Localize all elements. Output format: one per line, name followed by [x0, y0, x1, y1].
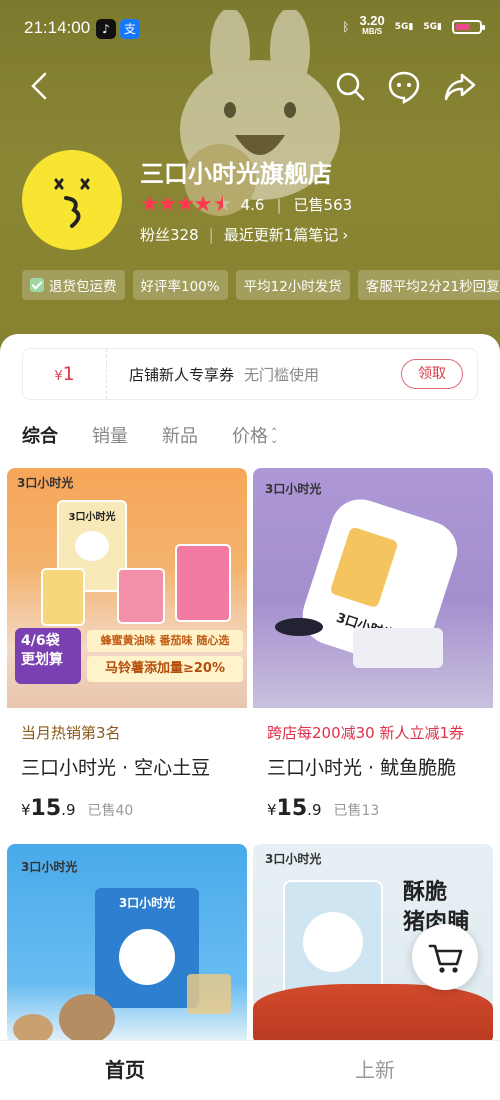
product-image-2: 3口小时光 3口小时光	[253, 468, 493, 708]
product-price-2: ¥15.9 已售13	[267, 796, 380, 821]
product-price-1: ¥15.9 已售40	[21, 796, 134, 821]
sort-arrows-icon: ⌃ ⌄	[270, 427, 279, 446]
sold-count: 已售563	[293, 196, 353, 214]
product-bag-left	[41, 568, 85, 626]
signal-icon-2: 5G▮	[423, 21, 442, 32]
coupon-amount: ¥1	[23, 349, 107, 399]
product-bag-middle	[117, 568, 165, 624]
brand-logo-text: 3口小时光	[265, 482, 322, 496]
white-plinth	[353, 628, 443, 668]
shield-check-icon	[30, 278, 44, 292]
tiktok-notification-icon: ♪	[96, 19, 116, 39]
cookie-middle	[59, 994, 115, 1044]
product-name-1: 三口小时光 · 空心土豆	[21, 757, 211, 779]
claim-coupon-button[interactable]: 领取	[401, 359, 463, 389]
product-image-1: 3口小时光 3口小时光 4/6袋 更划算 蜂蜜黄油味 番茄味 随心选 马铃薯添加…	[7, 468, 247, 708]
coupon-title: 店铺新人专享券	[129, 365, 235, 384]
shopping-cart-icon	[428, 944, 463, 973]
tab-comprehensive[interactable]: 综合	[22, 422, 58, 448]
product-sold-2: 已售13	[333, 803, 380, 819]
tea-glass	[187, 974, 231, 1014]
shop-header: 21:14:00 ♪ 支 ᛒ 3.20 MB/S 5G▮ 5G▮ 三口小时光旗舰店…	[0, 0, 500, 360]
product-bag-right	[175, 544, 231, 622]
tag-return-shipping[interactable]: 退货包运费	[22, 270, 125, 300]
bluetooth-icon: ᛒ	[342, 19, 350, 34]
battery-icon	[452, 19, 485, 34]
product-box: 3口小时光	[95, 888, 199, 1008]
product-card-2[interactable]: 3口小时光 3口小时光 跨店每200减30 新人立减1券 三口小时光 · 鱿鱼脆…	[253, 468, 493, 838]
promo-flavor-banner: 蜂蜜黄油味 番茄味 随心选	[87, 630, 243, 652]
brand-logo-text: 3口小时光	[265, 852, 322, 866]
chat-bubble-icon	[388, 71, 420, 105]
alipay-notification-icon: 支	[120, 19, 140, 39]
cart-button[interactable]	[412, 924, 478, 990]
promo-bulk-badge: 4/6袋 更划算	[15, 628, 81, 684]
product-card-1[interactable]: 3口小时光 3口小时光 4/6袋 更划算 蜂蜜黄油味 番茄味 随心选 马铃薯添加…	[7, 468, 247, 838]
shop-avatar[interactable]	[22, 150, 122, 250]
search-button[interactable]	[332, 68, 368, 104]
tab-new-arrivals[interactable]: 上新	[250, 1041, 500, 1100]
share-button[interactable]	[442, 68, 478, 104]
product-card-3[interactable]: 3口小时光 3口小时光	[7, 844, 247, 1044]
back-button[interactable]	[22, 68, 58, 104]
signal-icon-1: 5G▮	[394, 21, 414, 32]
status-bar: 21:14:00 ♪ 支 ᛒ 3.20 MB/S 5G▮ 5G▮	[0, 0, 500, 56]
brand-logo-text: 3口小时光	[17, 476, 74, 490]
shop-meta[interactable]: 粉丝328 | 最近更新1篇笔记 ›	[140, 224, 348, 245]
coupon-subtitle: 无门槛使用	[244, 365, 320, 384]
rating-value: 4.6	[240, 195, 265, 214]
share-arrow-icon	[444, 73, 476, 101]
shop-name: 三口小时光旗舰店	[140, 160, 332, 188]
product-sold-1: 已售40	[87, 803, 134, 819]
tag-good-rating[interactable]: 好评率100%	[132, 270, 228, 300]
chevron-left-icon	[31, 72, 47, 100]
bottom-tab-bar: 首页 上新	[0, 1040, 500, 1100]
coupon-card[interactable]: ¥1 店铺新人专享券 无门槛使用 领取	[22, 348, 478, 400]
star-rating-icons: ★★★★	[140, 192, 213, 217]
shop-logo-face	[54, 178, 90, 228]
blueberry-bowl	[275, 618, 323, 636]
product-image-3: 3口小时光 3口小时光	[7, 844, 247, 1044]
status-icons: ᛒ 3.20 MB/S 5G▮ 5G▮	[342, 13, 485, 37]
tag-shipping-time[interactable]: 平均12小时发货	[235, 270, 350, 300]
fans-count: 粉丝328	[140, 226, 199, 244]
recent-update: 最近更新1篇笔记	[223, 226, 339, 244]
customer-service-button[interactable]	[386, 68, 422, 105]
promo-ingredient-banner: 马铃薯添加量≥20%	[87, 656, 243, 682]
tag-reply-time[interactable]: 客服平均2分21秒回复	[357, 270, 500, 300]
half-star-icon: ★	[212, 192, 233, 217]
shop-rating: ★★★★ ★ 4.6 | 已售563	[140, 192, 353, 217]
tab-new[interactable]: 新品	[162, 422, 198, 448]
tab-sales[interactable]: 销量	[92, 422, 128, 448]
product-name-2: 三口小时光 · 鱿鱼脆脆	[267, 757, 457, 779]
tab-price[interactable]: 价格 ⌃ ⌄	[232, 422, 278, 448]
product-badge-1: 当月热销第3名	[21, 724, 121, 742]
brand-logo-text: 3口小时光	[21, 860, 78, 874]
service-tags: 退货包运费 好评率100% 平均12小时发货 客服平均2分21秒回复	[22, 270, 500, 300]
product-badge-2: 跨店每200减30 新人立减1券	[267, 724, 465, 742]
sort-tabs: 综合 销量 新品 价格 ⌃ ⌄	[22, 422, 278, 448]
chevron-right-icon: ›	[342, 225, 349, 244]
search-icon	[336, 72, 365, 101]
tab-home[interactable]: 首页	[0, 1041, 250, 1100]
network-speed: 3.20 MB/S	[359, 13, 385, 36]
status-time: 21:14:00	[24, 18, 91, 37]
jerky-pile	[253, 984, 493, 1044]
